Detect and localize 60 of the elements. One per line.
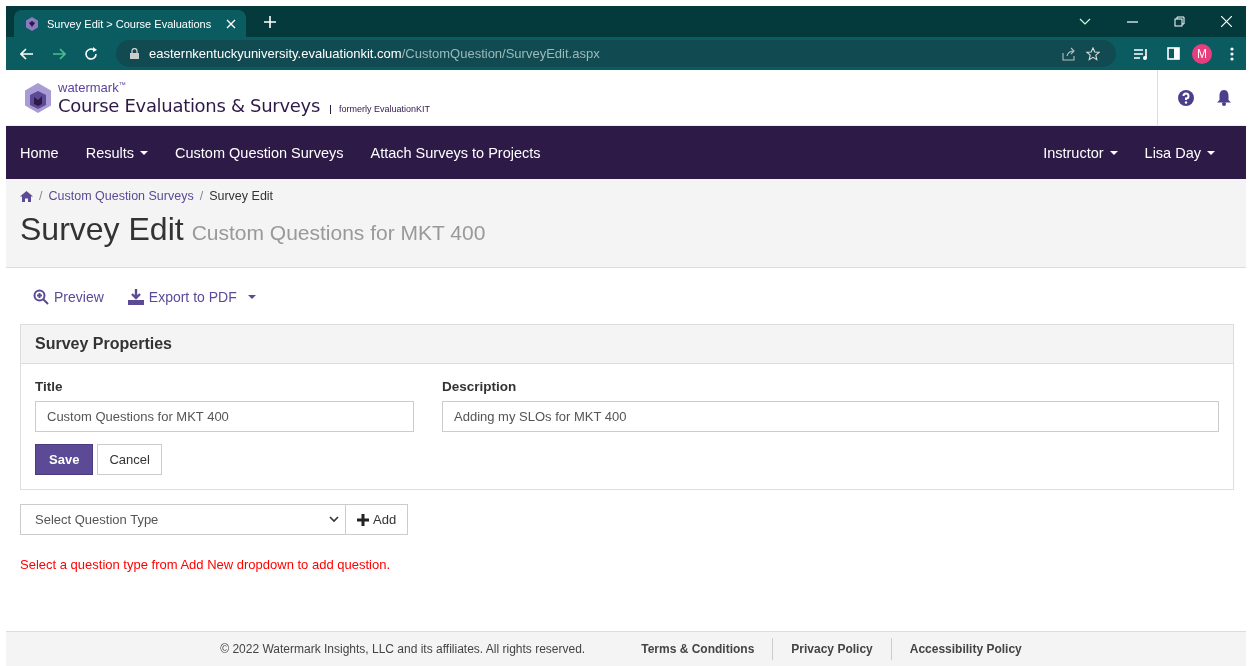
nav-link[interactable]: Results	[85, 144, 162, 161]
more-icon[interactable]	[1230, 46, 1234, 61]
save-button[interactable]: Save	[35, 444, 94, 475]
download-icon	[127, 288, 144, 305]
restore-icon[interactable]	[1174, 16, 1185, 27]
input-field[interactable]: Custom Questions for MKT 400	[35, 401, 414, 432]
star-icon[interactable]	[1086, 46, 1100, 61]
breadcrumb-link[interactable]: Custom Question Surveys	[48, 189, 194, 203]
address-bar[interactable]: easternkentuckyuniversity.evaluationkit.com/CustomQuestion/SurveyEdit.aspx	[116, 40, 1116, 67]
tab-title: Survey Edit > Course Evaluations	[47, 17, 213, 30]
chevron-down-icon[interactable]	[1079, 17, 1091, 26]
breadcrumb-separator: /	[39, 189, 43, 203]
product-name: Course Evaluations & Surveys	[58, 94, 320, 116]
browser-tab[interactable]: Survey Edit > Course Evaluations	[14, 10, 246, 37]
plus-icon	[357, 513, 369, 526]
reload-icon[interactable]	[84, 46, 98, 61]
nav-menu[interactable]: Instructor	[1043, 144, 1131, 161]
profile-avatar[interactable]: M	[1192, 43, 1212, 64]
url-text: easternkentuckyuniversity.evaluationkit.com/CustomQuestion/SurveyEdit.aspx	[149, 46, 600, 61]
minimize-icon[interactable]	[1127, 20, 1138, 23]
nav-menu[interactable]: Lisa Day	[1144, 144, 1228, 161]
add-button[interactable]: Add	[346, 504, 409, 535]
close-icon[interactable]	[1221, 16, 1232, 27]
field-label: Title	[35, 379, 64, 394]
logo-icon	[25, 16, 39, 31]
new-tab-icon[interactable]	[264, 15, 276, 28]
nav-link[interactable]: Home	[20, 144, 72, 161]
share-icon[interactable]	[1062, 46, 1076, 61]
media-queue-icon[interactable]	[1134, 47, 1149, 60]
question-type-dropdown[interactable]: Select Question Type	[20, 504, 346, 535]
side-panel-icon[interactable]	[1167, 47, 1180, 60]
input-field[interactable]: Adding my SLOs for MKT 400	[442, 401, 1219, 432]
footer-link[interactable]: Terms & Conditions	[623, 638, 773, 660]
footer-link[interactable]: Privacy Policy	[772, 638, 891, 660]
breadcrumb-separator: /	[199, 189, 204, 203]
breadcrumb-current: Survey Edit	[209, 189, 274, 203]
help-icon[interactable]	[1178, 89, 1194, 106]
export-link[interactable]: Export to PDF	[127, 285, 256, 308]
cancel-button[interactable]: Cancel	[97, 444, 162, 475]
bell-icon[interactable]	[1216, 89, 1232, 106]
panel-heading: Survey Properties	[35, 335, 172, 353]
error-message: Select a question type from Add New dropdown to add question.	[20, 557, 391, 572]
footer-link[interactable]: Accessibility Policy	[890, 638, 1040, 660]
zoom-in-icon	[33, 288, 49, 305]
copyright-text: © 2022 Watermark Insights, LLC and its affiliates. All rights reserved.	[220, 642, 586, 656]
logo-icon	[24, 82, 52, 113]
nav-link[interactable]: Custom Question Surveys	[175, 144, 357, 161]
page-subtitle: Custom Questions for MKT 400	[191, 221, 486, 245]
page-title: Survey Edit	[20, 211, 184, 248]
back-icon[interactable]	[20, 47, 34, 60]
brand-name: watermark$^{™}$	[58, 79, 127, 95]
lock-icon	[130, 48, 139, 59]
preview-link[interactable]: Preview	[33, 285, 104, 308]
home-icon[interactable]	[20, 190, 33, 202]
field-label: Description	[442, 379, 518, 394]
chevron-down-icon	[329, 516, 339, 523]
formerly-note: formerly EvaluationKIT	[330, 104, 431, 114]
close-icon[interactable]	[226, 18, 236, 29]
forward-icon[interactable]	[52, 47, 66, 60]
nav-link[interactable]: Attach Surveys to Projects	[370, 144, 554, 161]
